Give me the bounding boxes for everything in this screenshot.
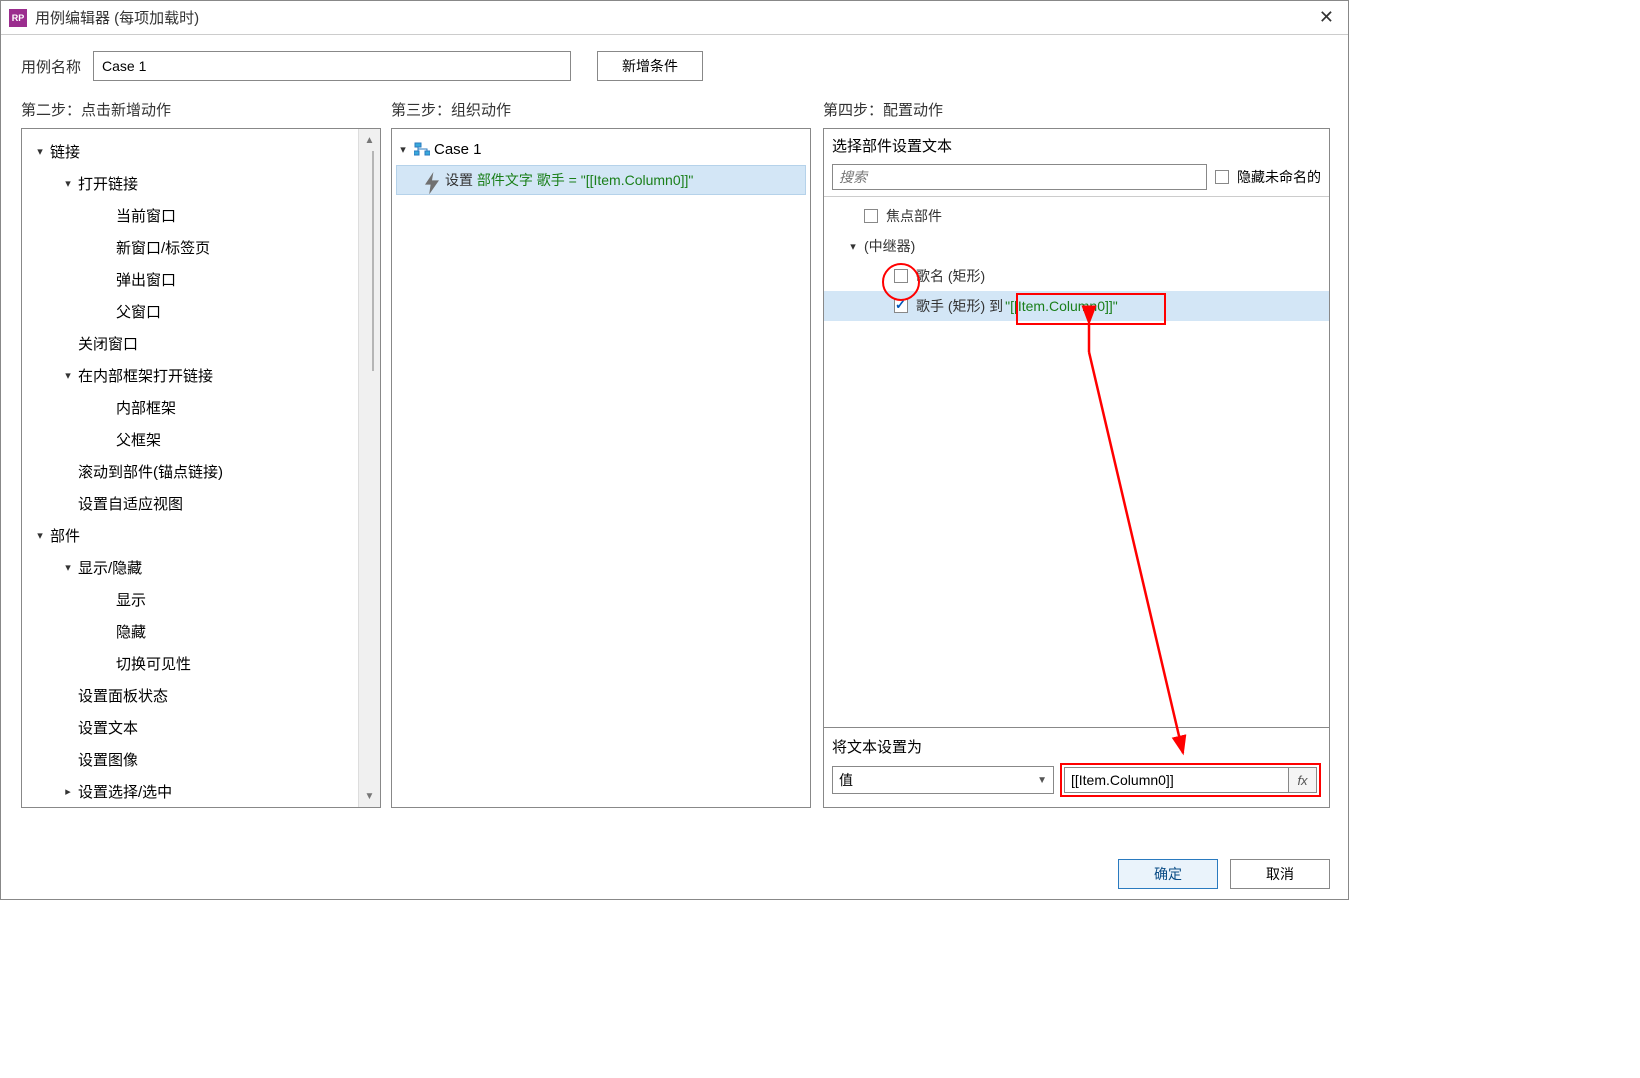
tree-item-label: 在内部框架打开链接 <box>78 365 213 386</box>
tree-item-label: 显示 <box>116 589 146 610</box>
checkbox-icon[interactable] <box>894 269 908 283</box>
tree-item-label: 设置面板状态 <box>78 685 168 706</box>
tree-item-label: 部件 <box>50 525 80 546</box>
app-icon: RP <box>9 9 27 27</box>
widget-row-repeater[interactable]: (中继器) <box>824 231 1329 261</box>
scroll-up-icon[interactable]: ▲ <box>359 129 380 151</box>
tree-item-label: 显示/隐藏 <box>78 557 142 578</box>
tree-item[interactable]: 显示 <box>22 583 358 615</box>
tree-item[interactable]: 设置文本 <box>22 711 358 743</box>
caret-icon[interactable] <box>62 369 74 382</box>
tree-item[interactable]: 父窗口 <box>22 295 358 327</box>
bolt-icon <box>425 172 439 188</box>
tree-item-label: 父框架 <box>116 429 161 450</box>
tree-item-label: 新窗口/标签页 <box>116 237 210 258</box>
tree-item[interactable]: 设置图像 <box>22 743 358 775</box>
tree-item-label: 打开链接 <box>78 173 138 194</box>
checkbox-icon[interactable] <box>864 209 878 223</box>
action-row[interactable]: 设置 部件文字 歌手 = "[[Item.Column0]]" <box>396 165 806 195</box>
close-icon[interactable]: ✕ <box>1313 7 1340 28</box>
tree-item-label: 设置图像 <box>78 749 138 770</box>
action-detail: 部件文字 歌手 = "[[Item.Column0]]" <box>477 172 694 188</box>
scroll-down-icon[interactable]: ▼ <box>359 785 380 807</box>
caret-icon[interactable] <box>846 240 860 253</box>
titlebar: RP 用例编辑器 (每项加载时) ✕ <box>1 1 1348 35</box>
tree-item[interactable]: 弹出窗口 <box>22 263 358 295</box>
tree-item[interactable]: 显示/隐藏 <box>22 551 358 583</box>
tree-item[interactable]: 新窗口/标签页 <box>22 231 358 263</box>
ok-button[interactable]: 确定 <box>1118 859 1218 889</box>
caret-icon[interactable] <box>62 785 74 798</box>
tree-item[interactable]: 当前窗口 <box>22 199 358 231</box>
caret-icon[interactable] <box>34 145 46 158</box>
step4-header: 第四步：配置动作 <box>823 91 1330 128</box>
tree-item-label: 链接 <box>50 141 80 162</box>
window-title: 用例编辑器 (每项加载时) <box>35 7 199 28</box>
tree-item[interactable]: 在内部框架打开链接 <box>22 359 358 391</box>
cancel-button[interactable]: 取消 <box>1230 859 1330 889</box>
tree-item[interactable]: 切换可见性 <box>22 647 358 679</box>
widget-row-singer[interactable]: 歌手 (矩形) 到 "[[Item.Column0]]" <box>824 291 1329 321</box>
tree-item[interactable]: 隐藏 <box>22 615 358 647</box>
case-icon <box>414 142 430 156</box>
step2-header: 第二步：点击新增动作 <box>21 91 381 128</box>
tree-item-label: 父窗口 <box>116 301 161 322</box>
caret-icon[interactable] <box>62 561 74 574</box>
value-input[interactable] <box>1064 767 1289 793</box>
caret-icon[interactable] <box>34 529 46 542</box>
tree-item[interactable]: 关闭窗口 <box>22 327 358 359</box>
caret-icon[interactable]: ▾ <box>396 143 410 156</box>
widget-row-song[interactable]: 歌名 (矩形) <box>824 261 1329 291</box>
tree-item[interactable]: 滚动到部件(锚点链接) <box>22 455 358 487</box>
actions-tree[interactable]: 链接打开链接当前窗口新窗口/标签页弹出窗口父窗口关闭窗口在内部框架打开链接内部框… <box>22 129 358 807</box>
tree-item-label: 设置文本 <box>78 717 138 738</box>
tree-item-label: 当前窗口 <box>116 205 176 226</box>
case-name-label: 用例名称 <box>21 56 81 77</box>
tree-item[interactable]: 打开链接 <box>22 167 358 199</box>
step3-header: 第三步：组织动作 <box>391 91 811 128</box>
tree-item[interactable]: 设置选择/选中 <box>22 775 358 807</box>
fx-button[interactable]: fx <box>1289 767 1317 793</box>
tree-item[interactable]: 部件 <box>22 519 358 551</box>
case-action-name[interactable]: Case 1 <box>434 141 482 158</box>
add-condition-button[interactable]: 新增条件 <box>597 51 703 81</box>
tree-item-label: 关闭窗口 <box>78 333 138 354</box>
chevron-down-icon: ▼ <box>1037 775 1047 786</box>
tree-item[interactable]: 设置自适应视图 <box>22 487 358 519</box>
tree-item-label: 设置自适应视图 <box>78 493 183 514</box>
caret-icon[interactable] <box>62 177 74 190</box>
annotation-box: fx <box>1060 763 1321 797</box>
tree-item[interactable]: 设置面板状态 <box>22 679 358 711</box>
widget-row-focus[interactable]: 焦点部件 <box>824 201 1329 231</box>
tree-item-label: 设置选择/选中 <box>78 781 172 802</box>
action-verb: 设置 <box>445 172 473 188</box>
scrollbar[interactable]: ▲ ▼ <box>358 129 380 807</box>
tree-item-label: 切换可见性 <box>116 653 191 674</box>
tree-item[interactable]: 内部框架 <box>22 391 358 423</box>
scroll-thumb[interactable] <box>372 151 374 371</box>
tree-item-label: 弹出窗口 <box>116 269 176 290</box>
search-input[interactable] <box>832 164 1207 190</box>
checkbox-icon[interactable] <box>894 299 908 313</box>
tree-item[interactable]: 父框架 <box>22 423 358 455</box>
tree-item-label: 滚动到部件(锚点链接) <box>78 461 223 482</box>
tree-item-label: 内部框架 <box>116 397 176 418</box>
case-block: ▾ Case 1 设置 部件文字 歌手 = "[[Item.Column0]]" <box>392 129 810 201</box>
set-text-title: 将文本设置为 <box>832 734 1321 763</box>
hide-unnamed-checkbox[interactable] <box>1215 170 1229 184</box>
tree-item-label: 隐藏 <box>116 621 146 642</box>
hide-unnamed-label: 隐藏未命名的 <box>1237 167 1321 187</box>
widget-tree: 焦点部件 (中继器) 歌名 (矩形) 歌手 (矩形) 到 "[[Item.Col… <box>824 196 1329 727</box>
tree-item[interactable]: 链接 <box>22 135 358 167</box>
value-type-select[interactable]: 值 ▼ <box>832 766 1054 794</box>
select-widget-title: 选择部件设置文本 <box>824 129 1329 162</box>
case-name-input[interactable] <box>93 51 571 81</box>
